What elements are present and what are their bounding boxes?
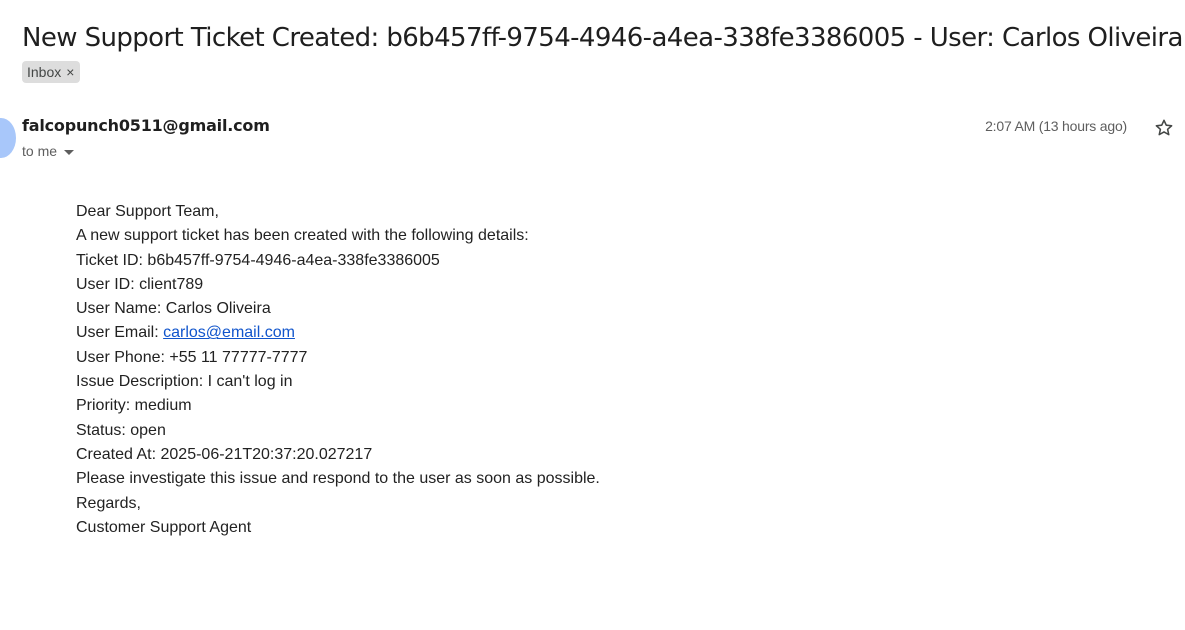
body-priority: Priority: medium [76,397,192,415]
body-user-phone: User Phone: +55 11 77777-7777 [76,348,308,366]
subject-row: New Support Ticket Created: b6b457ff-975… [22,20,1182,56]
body-greeting: Dear Support Team, [76,203,219,220]
body-status: Status: open [76,421,166,439]
body-regards: Regards, [76,494,141,512]
star-icon[interactable] [1153,117,1175,139]
avatar[interactable] [0,118,16,158]
body-intro: A new support ticket has been created wi… [76,227,529,245]
body-request: Please investigate this issue and respon… [76,470,600,488]
body-issue: Issue Description: I can't log in [76,373,293,391]
email-view: New Support Ticket Created: b6b457ff-975… [0,0,1185,630]
chevron-down-icon[interactable] [64,149,75,155]
body-user-id: User ID: client789 [76,275,204,293]
body-ticket-id: Ticket ID: b6b457ff-9754-4946-a4ea-338fe… [76,251,440,269]
email-timestamp[interactable]: 2:07 AM (13 hours ago) [985,118,1127,134]
body-user-name: User Name: Carlos Oliveira [76,300,271,318]
email-subject: New Support Ticket Created: b6b457ff-975… [22,23,1182,53]
label-chip-text: Inbox [27,64,62,80]
body-created-at: Created At: 2025-06-21T20:37:20.027217 [76,445,373,463]
sender-email[interactable]: falcopunch0511@gmail.com [22,116,270,135]
body-user-email: User Email: carlos@email.com [76,321,600,345]
email-body: Dear Support Team, A new support ticket … [76,200,600,540]
user-email-label: User Email: [76,324,164,342]
body-signature: Customer Support Agent [76,518,252,536]
recipient-details-toggle[interactable]: to me [22,143,75,159]
label-chip-inbox[interactable]: Inbox × [22,61,81,83]
user-email-link[interactable]: carlos@email.com [163,324,295,341]
remove-label-icon[interactable]: × [66,64,74,80]
recipient-text: to me [22,143,58,159]
